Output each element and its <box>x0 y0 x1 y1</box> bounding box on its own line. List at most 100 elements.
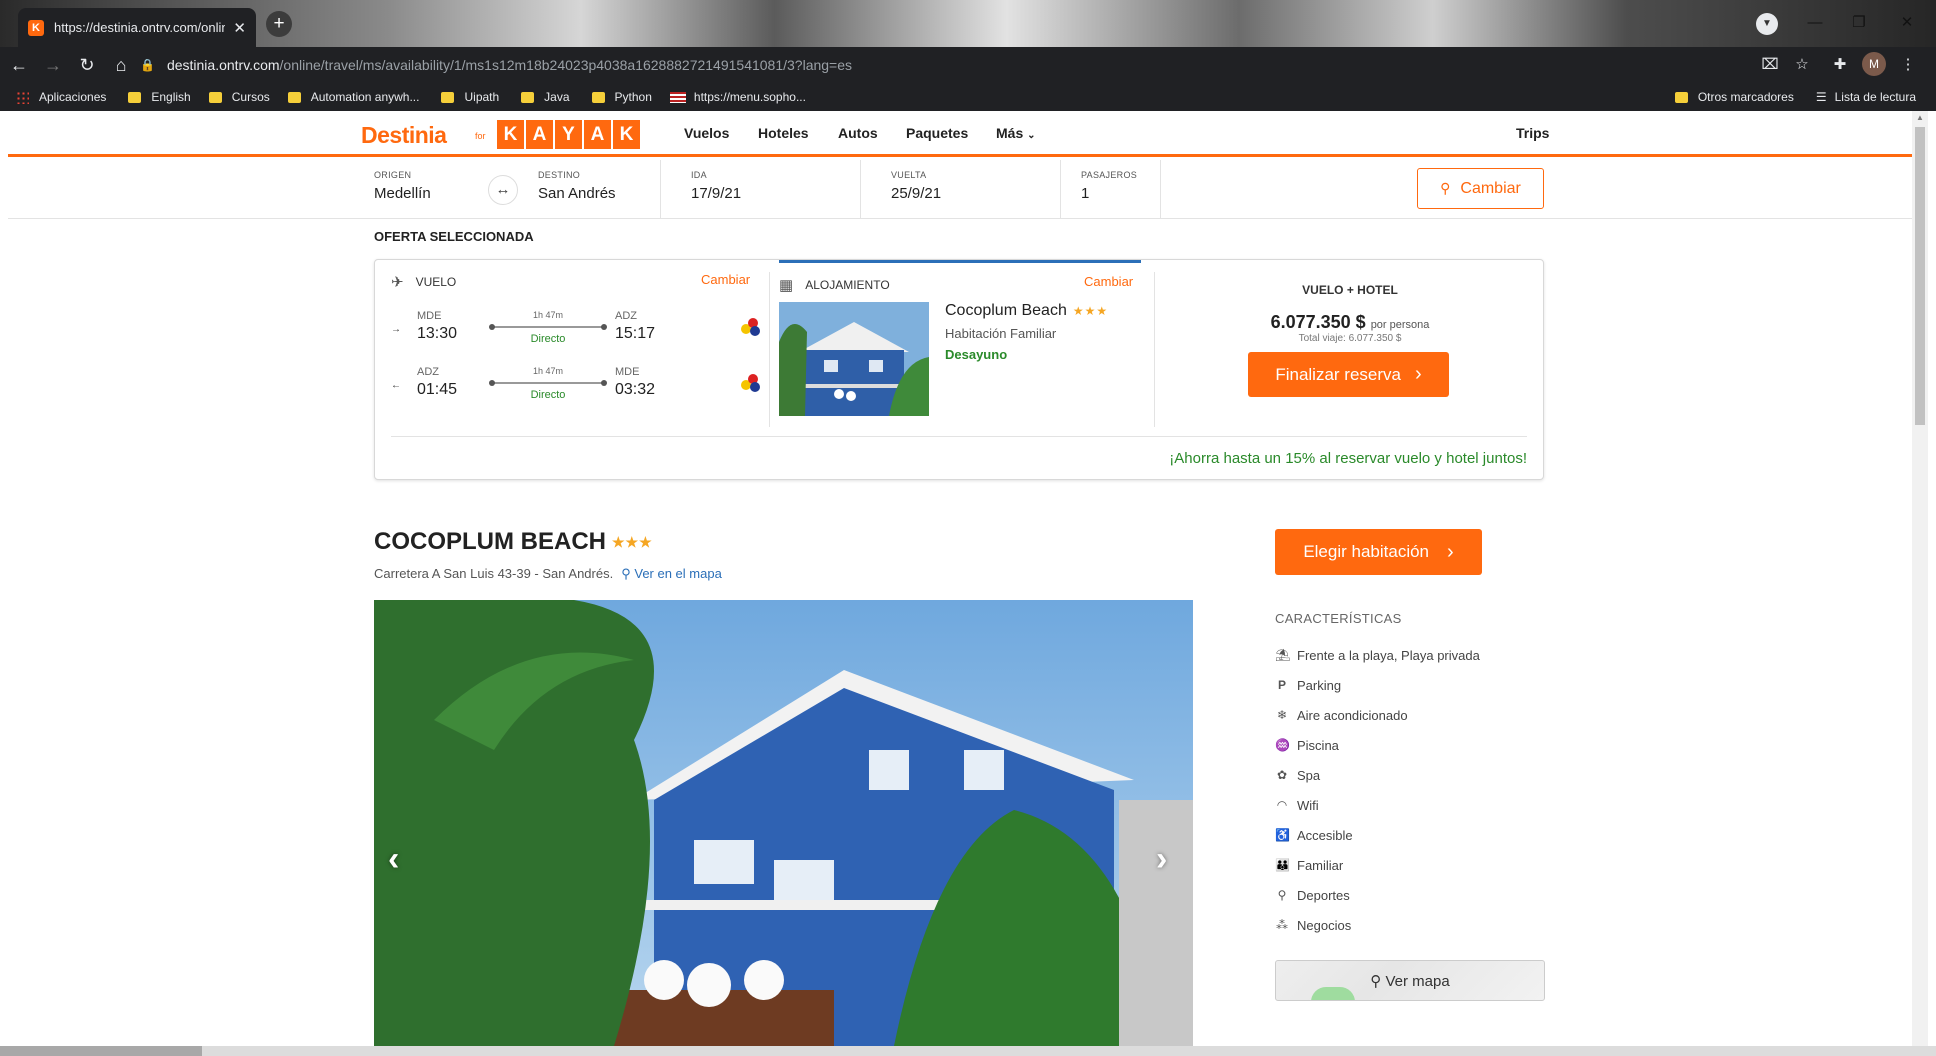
bookmark-item[interactable]: Cursos <box>208 90 270 104</box>
feature-item: ◠ Wifi <box>1276 797 1319 813</box>
scrollbar-thumb[interactable] <box>1915 127 1925 425</box>
menu-kebab-icon[interactable]: ⋮ <box>1894 50 1922 80</box>
divider <box>1060 160 1061 219</box>
departure-date-field[interactable]: IDA 17/9/21 <box>691 160 741 219</box>
lock-icon[interactable]: 🔒 <box>140 58 155 72</box>
beach-icon: ⛱ <box>1275 648 1291 662</box>
board-type: Desayuno <box>945 347 1008 362</box>
bookmark-item[interactable]: English <box>128 90 191 104</box>
back-icon[interactable]: ← <box>4 50 34 80</box>
bookmark-item[interactable]: Java <box>521 90 570 104</box>
passengers-field[interactable]: PASAJEROS 1 <box>1081 160 1137 219</box>
nav-mas[interactable]: Más ⌄ <box>996 125 1036 141</box>
chevron-left-icon[interactable]: ‹ <box>388 840 399 879</box>
nav-paquetes[interactable]: Paquetes <box>906 125 968 141</box>
nav-trips[interactable]: Trips <box>1516 125 1549 141</box>
bookmark-item[interactable]: Automation anywh... <box>287 90 419 104</box>
feature-item: ⛱ Frente a la playa, Playa privada <box>1275 647 1480 663</box>
return-flight-row[interactable]: ← ADZ 01:45 1h 47m Directo MDE 03:32 <box>391 366 760 412</box>
lotus-icon: ✿ <box>1276 768 1288 782</box>
flight-origin-code: ADZ <box>417 366 439 378</box>
minimize-icon[interactable]: — <box>1796 8 1834 38</box>
change-hotel-link[interactable]: Cambiar <box>1084 274 1133 289</box>
outbound-flight-row[interactable]: → MDE 13:30 1h 47m Directo ADZ 15:17 <box>391 310 760 356</box>
flight-arrival-time: 15:17 <box>615 325 656 342</box>
map-pin-icon: ⚲ <box>1370 972 1382 990</box>
feature-item: ⁂ Negocios <box>1276 917 1352 933</box>
scrollbar-thumb[interactable] <box>0 1046 202 1056</box>
bookmarks-right: Otros marcadores ☰ Lista de lectura <box>1659 83 1916 111</box>
divider <box>660 160 661 219</box>
kayak-logo[interactable]: KAYAK <box>497 120 640 149</box>
bookmark-item[interactable]: Python <box>591 90 652 104</box>
parking-icon: P <box>1277 678 1286 692</box>
bookmark-item[interactable]: https://menu.sopho... <box>669 90 806 104</box>
view-map-button[interactable]: ⚲ Ver mapa <box>1275 960 1545 1001</box>
hotel-photo-gallery[interactable]: ‹ › <box>374 600 1193 1046</box>
reading-list[interactable]: ☰ Lista de lectura <box>1816 90 1916 104</box>
scroll-up-icon[interactable]: ▲ <box>1916 113 1924 122</box>
nav-autos[interactable]: Autos <box>838 125 878 141</box>
home-icon[interactable]: ⌂ <box>106 50 136 80</box>
kayak-favicon-icon: K <box>28 19 44 36</box>
hotel-thumbnail[interactable] <box>779 302 929 416</box>
chevron-right-icon: › <box>1447 540 1454 563</box>
search-summary: ORIGEN Medellín ↔ DESTINO San Andrés IDA 17… <box>8 160 1912 219</box>
extensions-icon[interactable]: ✚ <box>1826 50 1854 80</box>
choose-room-button[interactable]: Elegir habitación › <box>1275 529 1482 575</box>
forward-icon[interactable]: → <box>38 50 68 80</box>
apps-grid-icon <box>16 90 29 104</box>
swap-arrows-icon[interactable]: ↔ <box>488 175 518 205</box>
chevron-right-icon[interactable]: › <box>1156 840 1167 879</box>
destination-field[interactable]: DESTINO San Andrés <box>538 160 616 219</box>
finish-booking-button[interactable]: Finalizar reserva › <box>1248 352 1449 397</box>
star-rating-icon: ★★★ <box>1072 304 1109 318</box>
feature-item: ❄ Aire acondicionado <box>1276 707 1408 723</box>
tab-title: https://destinia.ontrv.com/online <box>54 20 226 35</box>
room-type: Habitación Familiar <box>945 326 1057 341</box>
close-tab-icon[interactable]: ✕ <box>233 19 246 37</box>
reload-icon[interactable]: ↻ <box>72 50 102 80</box>
nav-hoteles[interactable]: Hoteles <box>758 125 809 141</box>
bookmark-star-icon[interactable]: ☆ <box>1788 50 1816 80</box>
building-icon: ▦ <box>779 277 794 294</box>
return-date-field[interactable]: VUELTA 25/9/21 <box>891 160 941 219</box>
savings-message: ¡Ahorra hasta un 15% al reservar vuelo y… <box>1169 450 1527 467</box>
flight-line <box>489 324 607 330</box>
change-search-button[interactable]: ⚲ Cambiar <box>1417 168 1544 209</box>
address-bar[interactable]: 🔒 destinia.ontrv.com/online/travel/ms/av… <box>140 50 1740 80</box>
site-header: Destinia for KAYAK Vuelos Hoteles Autos … <box>8 111 1912 157</box>
view-map-link[interactable]: ⚲ Ver en el mapa <box>621 566 722 581</box>
close-window-icon[interactable]: ✕ <box>1888 8 1926 38</box>
package-label: VUELO + HOTEL <box>1302 283 1398 297</box>
horizontal-scrollbar[interactable] <box>0 1046 1936 1056</box>
destinia-logo[interactable]: Destinia <box>361 122 447 149</box>
page-viewport: Destinia for KAYAK Vuelos Hoteles Autos … <box>8 111 1912 1046</box>
bookmark-item[interactable]: Aplicaciones <box>16 90 106 104</box>
map-thumbnail <box>1311 987 1355 1000</box>
other-bookmarks[interactable]: Otros marcadores <box>1674 90 1794 104</box>
wifi-icon: ◠ <box>1276 798 1288 812</box>
bookmark-item[interactable]: Uipath <box>441 90 499 104</box>
wheelchair-icon: ♿ <box>1275 828 1290 842</box>
new-tab-button[interactable]: + <box>266 11 292 37</box>
map-pin-icon: ⚲ <box>621 566 631 581</box>
accommodation-section-header: ▦ ALOJAMIENTO <box>779 277 890 294</box>
airline-logo-icon <box>739 372 761 394</box>
features-heading: CARACTERÍSTICAS <box>1275 611 1402 626</box>
vertical-scrollbar[interactable]: ▲ <box>1912 111 1928 1046</box>
bookmarks-bar: Aplicaciones English Cursos Automation a… <box>0 83 1936 111</box>
folder-icon <box>591 91 605 103</box>
nav-vuelos[interactable]: Vuelos <box>684 125 729 141</box>
tab-search-icon[interactable]: ▼ <box>1756 13 1778 35</box>
hotel-name[interactable]: Cocoplum Beach ★★★ <box>945 302 1108 320</box>
profile-avatar[interactable]: M <box>1862 52 1886 76</box>
flight-duration: 1h 47m <box>532 310 564 320</box>
restore-icon[interactable]: ❐ <box>1840 8 1878 38</box>
change-flight-link[interactable]: Cambiar <box>701 272 750 287</box>
origin-field[interactable]: ORIGEN Medellín <box>374 160 431 219</box>
flight-destination-code: MDE <box>615 366 640 378</box>
flight-line <box>489 380 607 386</box>
browser-tab-active[interactable]: K https://destinia.ontrv.com/online ✕ <box>18 8 256 47</box>
translate-icon[interactable]: ⌧ <box>1756 50 1784 80</box>
